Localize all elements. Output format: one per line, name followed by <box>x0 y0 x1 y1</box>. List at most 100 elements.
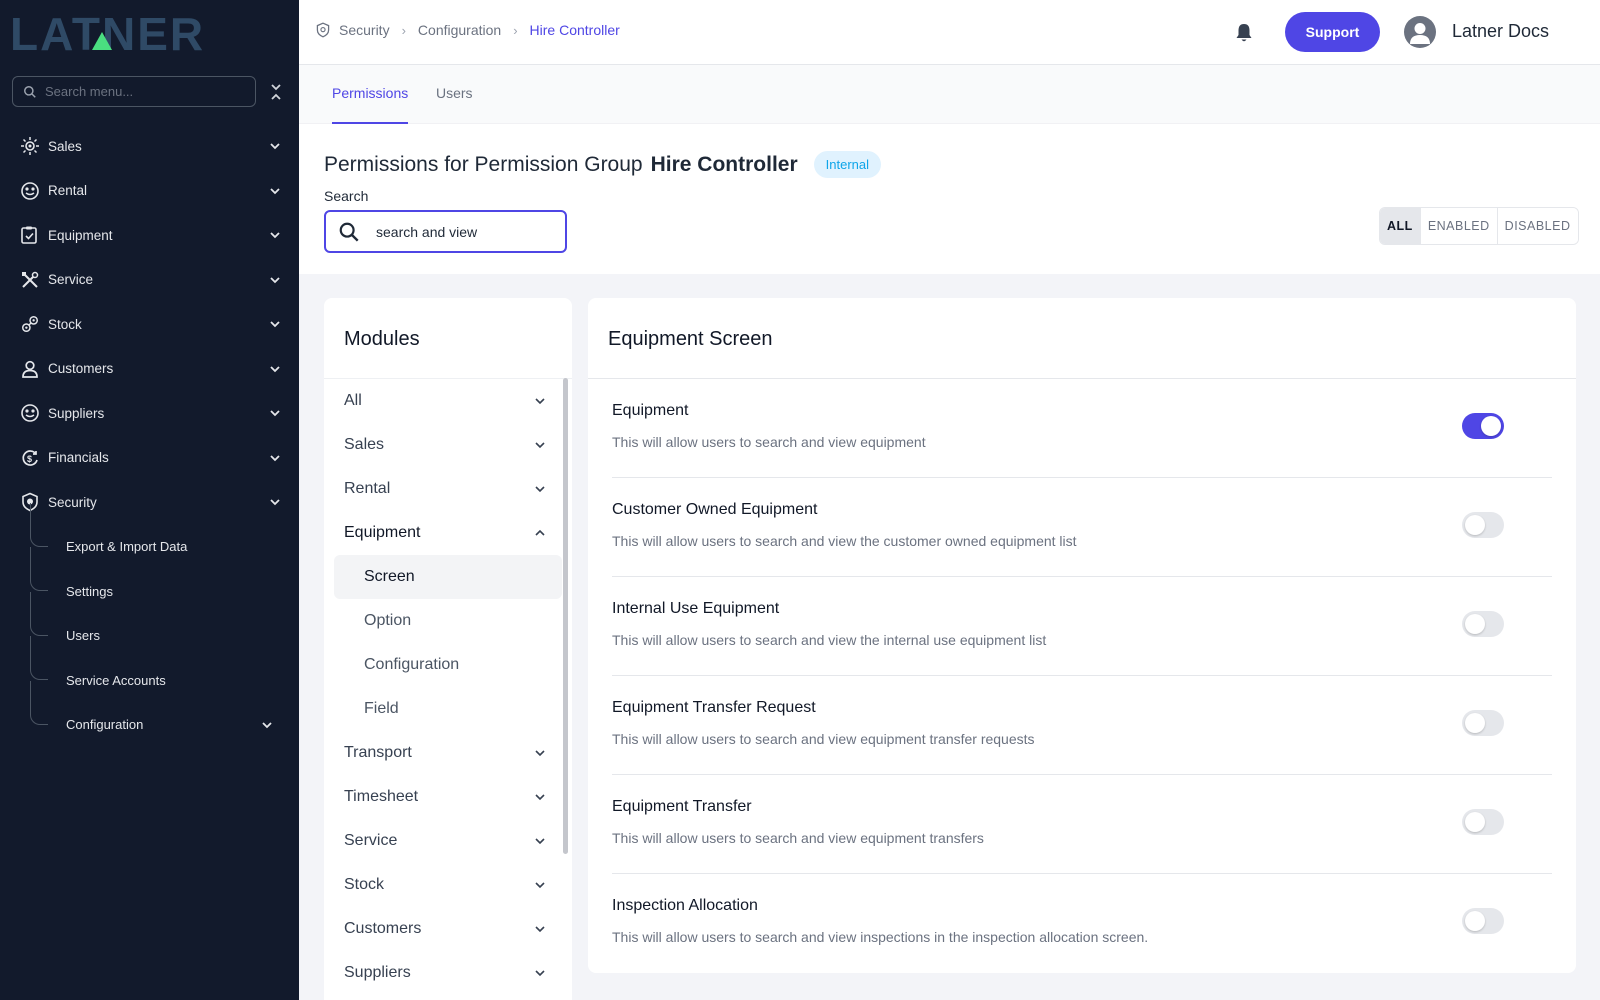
tab-permissions[interactable]: Permissions <box>332 85 409 124</box>
latner-logo[interactable]: LATNER <box>10 10 280 56</box>
breadcrumb: Security › Configuration › Hire Controll… <box>315 22 620 38</box>
toggle-knob <box>1465 812 1485 832</box>
suppliers-icon <box>20 403 40 423</box>
filter-segmented-control: ALL ENABLED DISABLED <box>1379 207 1579 245</box>
module-label: Suppliers <box>344 964 411 981</box>
sidebar-subitem-configuration[interactable]: Configuration <box>30 680 299 748</box>
financials-icon: $ <box>20 448 40 468</box>
module-service[interactable]: Service <box>324 819 572 863</box>
sidebar-subitem-label: Configuration <box>66 717 144 733</box>
chevron-down-icon <box>535 486 545 493</box>
chevron-down-icon <box>270 321 280 328</box>
module-timesheet[interactable]: Timesheet <box>324 775 572 819</box>
chevron-down-icon <box>270 410 280 417</box>
sidebar-item-customers[interactable]: Customers <box>0 347 299 392</box>
sidebar-item-label: Service <box>48 272 94 288</box>
permission-toggle[interactable] <box>1462 710 1504 736</box>
svg-text:$: $ <box>27 454 32 464</box>
filter-enabled-button[interactable]: ENABLED <box>1419 208 1497 244</box>
avatar[interactable] <box>1404 16 1436 48</box>
sidebar-search[interactable] <box>12 76 256 107</box>
sidebar-item-sales[interactable]: Sales <box>0 124 299 169</box>
chevron-down-icon <box>270 277 280 284</box>
module-sub-option[interactable]: Option <box>324 599 572 643</box>
permission-search[interactable] <box>324 210 567 253</box>
chevron-down-icon <box>535 398 545 405</box>
sidebar-item-equipment[interactable]: Equipment <box>0 213 299 258</box>
module-transport[interactable]: Transport <box>324 731 572 775</box>
permission-description: This will allow users to search and view… <box>612 533 1077 549</box>
bell-icon[interactable] <box>1233 22 1255 44</box>
module-customers[interactable]: Customers <box>324 907 572 951</box>
permission-toggle[interactable] <box>1462 809 1504 835</box>
permission-row: Equipment Transfer Request This will all… <box>612 676 1552 775</box>
sidebar-subitem-settings[interactable]: Settings <box>30 547 299 614</box>
filter-disabled-button[interactable]: DISABLED <box>1496 208 1578 244</box>
breadcrumb-current: Hire Controller <box>529 22 620 38</box>
module-label: Transport <box>344 744 412 761</box>
sidebar-item-label: Sales <box>48 138 82 154</box>
user-name[interactable]: Latner Docs <box>1452 21 1549 42</box>
sidebar-item-suppliers[interactable]: Suppliers <box>0 391 299 436</box>
toggle-knob <box>1465 515 1485 535</box>
sidebar-subitem-export-import[interactable]: Export & Import Data <box>30 502 299 570</box>
permission-toggle[interactable] <box>1462 908 1504 934</box>
chevron-down-icon <box>535 442 545 449</box>
toggle-knob <box>1481 416 1501 436</box>
chevron-down-icon <box>270 232 280 239</box>
chevron-up-icon <box>535 529 545 536</box>
security-submenu: Export & Import Data Settings Users Serv… <box>30 502 299 748</box>
shield-icon <box>316 22 330 38</box>
filter-all-button[interactable]: ALL <box>1380 208 1420 244</box>
module-label: All <box>344 392 362 409</box>
sidebar-subitem-label: Settings <box>66 583 113 599</box>
permission-row: Internal Use Equipment This will allow u… <box>612 577 1552 676</box>
permission-toggle[interactable] <box>1462 413 1504 439</box>
chevron-right-icon: › <box>401 22 406 38</box>
modules-scrollbar[interactable] <box>563 378 568 854</box>
module-suppliers[interactable]: Suppliers <box>324 951 572 995</box>
module-sub-field[interactable]: Field <box>324 687 572 731</box>
sidebar-item-label: Customers <box>48 361 114 377</box>
sidebar-subitem-users[interactable]: Users <box>30 591 299 659</box>
support-button[interactable]: Support <box>1285 12 1380 52</box>
toggle-knob <box>1465 713 1485 733</box>
module-label: Customers <box>344 920 422 937</box>
status-badge: Internal <box>813 151 882 178</box>
permission-row: Equipment This will allow users to searc… <box>612 379 1552 478</box>
module-label: Timesheet <box>344 788 419 805</box>
chevron-down-icon <box>270 188 280 195</box>
breadcrumb-configuration[interactable]: Configuration <box>418 22 501 38</box>
module-rental[interactable]: Rental <box>324 467 572 511</box>
sidebar-item-stock[interactable]: Stock <box>0 302 299 347</box>
tree-connector <box>30 636 48 680</box>
module-sub-screen[interactable]: Screen <box>334 555 562 599</box>
module-all[interactable]: All <box>324 379 572 423</box>
tab-users[interactable]: Users <box>436 85 473 124</box>
sidebar-item-service[interactable]: Service <box>0 258 299 303</box>
module-stock[interactable]: Stock <box>324 863 572 907</box>
collapse-icon[interactable] <box>268 82 284 102</box>
permission-description: This will allow users to search and view… <box>612 434 926 450</box>
sidebar-subitem-label: Service Accounts <box>66 672 166 688</box>
sidebar-item-label: Suppliers <box>48 405 105 421</box>
sidebar-subitem-service-accounts[interactable]: Service Accounts <box>30 636 299 703</box>
permission-toggle[interactable] <box>1462 611 1504 637</box>
modules-list: All Sales Rental Equipment Screen Option… <box>324 378 572 995</box>
permission-toggle[interactable] <box>1462 512 1504 538</box>
module-sales[interactable]: Sales <box>324 423 572 467</box>
permission-name: Equipment Transfer <box>612 798 752 815</box>
permission-search-input[interactable] <box>376 223 546 240</box>
module-equipment[interactable]: Equipment <box>324 511 572 555</box>
module-label: Equipment <box>344 524 421 541</box>
chevron-down-icon <box>535 926 545 933</box>
module-sub-configuration[interactable]: Configuration <box>324 643 572 687</box>
sidebar-search-input[interactable] <box>45 84 235 99</box>
chevron-down-icon <box>270 499 280 506</box>
sidebar-item-label: Stock <box>48 316 82 332</box>
sidebar-item-financials[interactable]: $ Financials <box>0 436 299 481</box>
sidebar-item-rental[interactable]: Rental <box>0 169 299 214</box>
modules-title: Modules <box>344 328 420 350</box>
toggle-knob <box>1465 614 1485 634</box>
breadcrumb-security[interactable]: Security <box>339 22 390 38</box>
